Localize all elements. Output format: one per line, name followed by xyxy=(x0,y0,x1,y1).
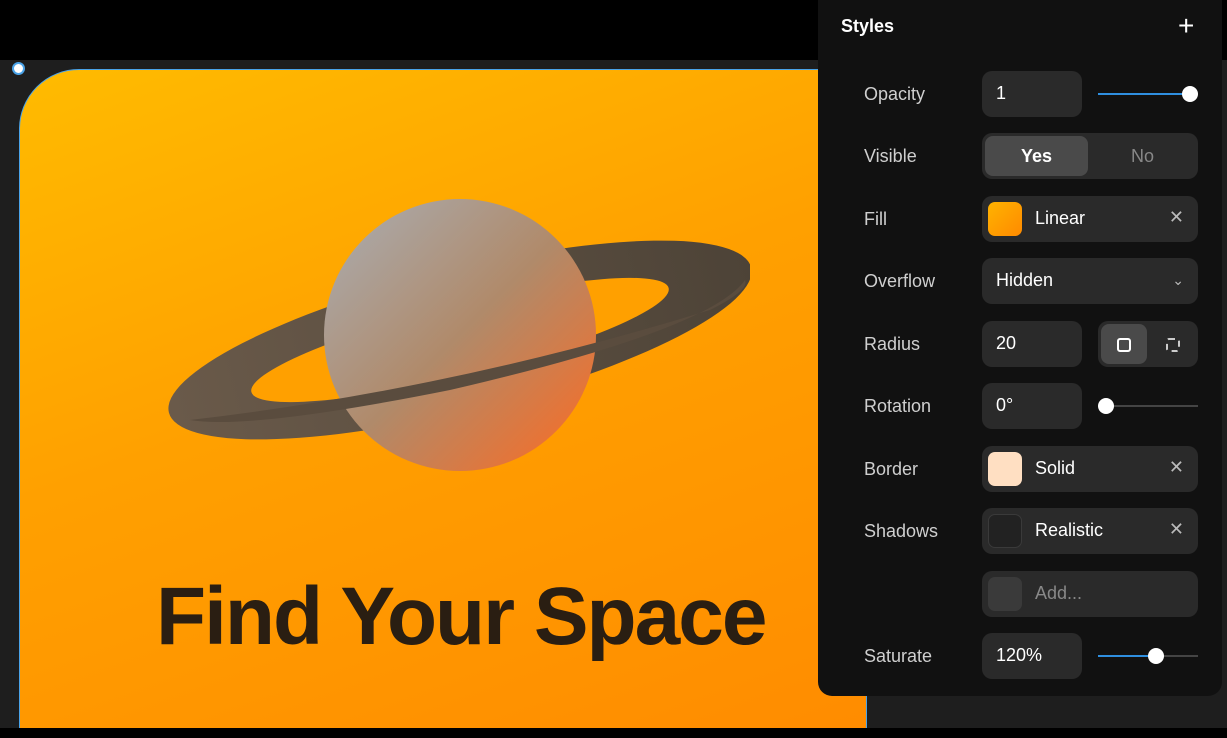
individual-radius-button[interactable] xyxy=(1150,324,1196,364)
opacity-input[interactable]: 1 xyxy=(982,71,1082,117)
opacity-label: Opacity xyxy=(864,84,926,104)
empty-swatch xyxy=(988,577,1022,611)
fill-control[interactable]: Linear ✕ xyxy=(982,196,1198,242)
shadows-label: Shadows xyxy=(864,521,939,541)
saturn-image xyxy=(168,199,750,471)
visible-row: Visible Yes No xyxy=(818,133,1222,179)
visible-toggle: Yes No xyxy=(982,133,1198,179)
close-icon[interactable]: ✕ xyxy=(1169,519,1184,540)
border-control[interactable]: Solid ✕ xyxy=(982,446,1198,492)
visible-no-button[interactable]: No xyxy=(1090,136,1195,176)
opacity-slider[interactable] xyxy=(1098,86,1198,102)
border-value: Solid xyxy=(1035,458,1076,478)
border-swatch[interactable] xyxy=(988,452,1022,486)
radius-input[interactable]: 20 xyxy=(982,321,1082,367)
rotation-label: Rotation xyxy=(864,396,932,416)
rotation-slider[interactable] xyxy=(1098,398,1198,414)
saturate-row: Saturate 120% xyxy=(818,633,1222,679)
close-icon[interactable]: ✕ xyxy=(1169,207,1184,228)
add-style-button[interactable]: + xyxy=(1178,10,1194,42)
add-shadow-button[interactable]: Add... xyxy=(982,571,1198,617)
overflow-select[interactable]: Hidden ⌄ xyxy=(982,258,1198,304)
overflow-label: Overflow xyxy=(864,271,936,291)
radius-label: Radius xyxy=(864,334,921,354)
add-shadow-label: Add... xyxy=(1035,583,1083,603)
visible-yes-button[interactable]: Yes xyxy=(985,136,1088,176)
corners-icon xyxy=(1166,338,1180,353)
fill-label: Fill xyxy=(864,209,887,229)
visible-label: Visible xyxy=(864,146,917,166)
resize-handle[interactable] xyxy=(12,62,25,75)
uniform-radius-button[interactable] xyxy=(1101,324,1147,364)
add-shadow-row: Add... xyxy=(818,571,1222,617)
panel-title: Styles xyxy=(841,16,895,36)
opacity-row: Opacity 1 xyxy=(818,71,1222,117)
fill-swatch[interactable] xyxy=(988,202,1022,236)
overflow-value: Hidden xyxy=(996,270,1054,290)
saturate-slider[interactable] xyxy=(1098,648,1198,664)
close-icon[interactable]: ✕ xyxy=(1169,457,1184,478)
square-icon xyxy=(1117,338,1131,353)
fill-value: Linear xyxy=(1035,208,1086,228)
chevron-down-icon: ⌄ xyxy=(1172,272,1184,288)
headline-text: Find Your Space xyxy=(156,571,767,662)
shadows-row: Shadows Realistic ✕ xyxy=(818,508,1222,554)
border-row: Border Solid ✕ xyxy=(818,446,1222,492)
rotation-input[interactable]: 0° xyxy=(982,383,1082,429)
styles-panel: Styles + Opacity 1 Visible Yes No Fill L… xyxy=(818,0,1222,696)
border-label: Border xyxy=(864,459,919,479)
saturate-label: Saturate xyxy=(864,646,933,666)
bottom-bar xyxy=(0,728,1227,738)
shadows-value: Realistic xyxy=(1035,520,1104,540)
canvas-frame[interactable]: Find Your Space xyxy=(19,69,867,729)
saturate-input[interactable]: 120% xyxy=(982,633,1082,679)
fill-row: Fill Linear ✕ xyxy=(818,196,1222,242)
radius-mode-toggle xyxy=(1098,321,1198,367)
shadows-control[interactable]: Realistic ✕ xyxy=(982,508,1198,554)
overflow-row: Overflow Hidden ⌄ xyxy=(818,258,1222,304)
radius-row: Radius 20 xyxy=(818,321,1222,367)
shadow-swatch[interactable] xyxy=(988,514,1022,548)
rotation-row: Rotation 0° xyxy=(818,383,1222,429)
